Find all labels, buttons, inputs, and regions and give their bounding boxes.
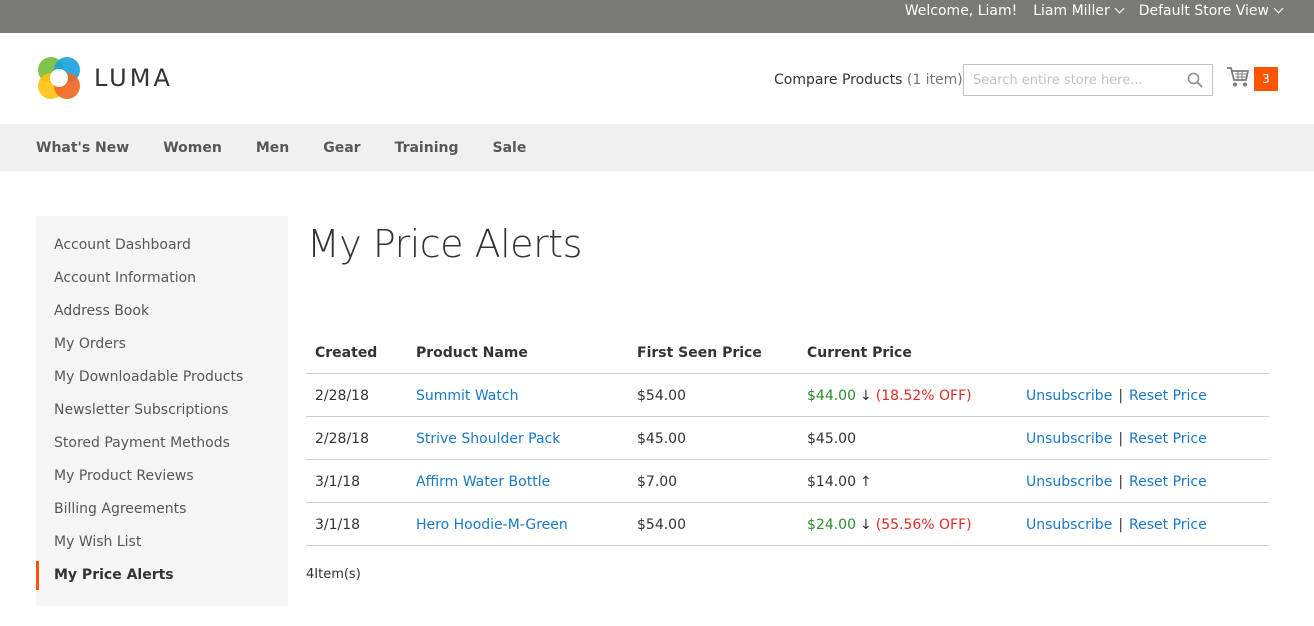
column-header-first-seen-price: First Seen Price	[637, 344, 762, 361]
column-header-current-price: Current Price	[807, 344, 912, 361]
account-sidebar: Account Dashboard Account Information Ad…	[36, 216, 288, 606]
luma-logo-icon	[36, 55, 82, 101]
unsubscribe-link[interactable]: Unsubscribe	[1026, 431, 1112, 447]
compare-products-link[interactable]: Compare Products (1 item)	[774, 72, 963, 88]
column-header-product-name: Product Name	[416, 344, 528, 361]
action-separator: |	[1118, 516, 1124, 533]
first-seen-price: $54.00	[637, 387, 686, 404]
main-navigation: What's New Women Men Gear Training Sale	[0, 124, 1314, 171]
sidebar-item-price-alerts: My Price Alerts	[36, 559, 288, 592]
top-bar: Welcome, Liam! Liam Miller Default Store…	[0, 0, 1314, 33]
current-price: $24.00 ↓ (55.56% OFF)	[807, 503, 972, 546]
unsubscribe-link[interactable]: Unsubscribe	[1026, 474, 1112, 490]
action-separator: |	[1118, 473, 1124, 490]
unsubscribe-link[interactable]: Unsubscribe	[1026, 388, 1112, 404]
current-price: $45.00	[807, 417, 856, 460]
welcome-message: Welcome, Liam!	[904, 3, 1018, 19]
column-header-created: Created	[315, 344, 378, 361]
sidebar-item-account-information[interactable]: Account Information	[36, 262, 288, 295]
current-price-value: $24.00	[807, 516, 856, 533]
created-date: 3/1/18	[315, 516, 361, 533]
row-actions: Unsubscribe | Reset Price	[1026, 503, 1207, 546]
page-title: My Price Alerts	[307, 222, 582, 266]
arrow-down-icon: ↓	[860, 516, 872, 533]
row-actions: Unsubscribe | Reset Price	[1026, 374, 1207, 417]
first-seen-price: $45.00	[637, 430, 686, 447]
nav-gear[interactable]: Gear	[323, 140, 360, 156]
created-date: 3/1/18	[315, 473, 361, 490]
compare-label: Compare Products	[774, 72, 903, 88]
chevron-down-icon	[1114, 3, 1125, 14]
item-count: 4Item(s)	[306, 567, 361, 582]
cart-count-badge: 3	[1254, 67, 1278, 91]
arrow-down-icon: ↓	[860, 387, 872, 404]
sidebar-item-downloadable-products[interactable]: My Downloadable Products	[36, 361, 288, 394]
product-name-link[interactable]: Affirm Water Bottle	[416, 460, 550, 503]
row-actions: Unsubscribe | Reset Price	[1026, 417, 1207, 460]
reset-price-link[interactable]: Reset Price	[1129, 388, 1207, 404]
current-price: $14.00 ↑	[807, 460, 876, 503]
sidebar-item-newsletter-subscriptions[interactable]: Newsletter Subscriptions	[36, 394, 288, 427]
reset-price-link[interactable]: Reset Price	[1129, 431, 1207, 447]
store-switcher[interactable]: Default Store View	[1138, 3, 1284, 19]
header: LUMA Compare Products (1 item) 3	[0, 33, 1314, 124]
product-name-link[interactable]: Strive Shoulder Pack	[416, 417, 560, 460]
row-actions: Unsubscribe | Reset Price	[1026, 460, 1207, 503]
sidebar-item-account-dashboard[interactable]: Account Dashboard	[36, 229, 288, 262]
search-input[interactable]	[964, 65, 1174, 95]
top-links: Welcome, Liam! Liam Miller Default Store…	[904, 0, 1284, 22]
sidebar-item-product-reviews[interactable]: My Product Reviews	[36, 460, 288, 493]
sidebar-item-my-orders[interactable]: My Orders	[36, 328, 288, 361]
nav-training[interactable]: Training	[395, 140, 459, 156]
nav-whats-new[interactable]: What's New	[36, 140, 129, 156]
account-menu[interactable]: Liam Miller	[1033, 3, 1125, 19]
discount-label: (18.52% OFF)	[875, 387, 972, 404]
chevron-down-icon	[1273, 3, 1284, 14]
action-separator: |	[1118, 430, 1124, 447]
table-row: 3/1/18 Affirm Water Bottle $7.00 $14.00 …	[306, 460, 1269, 503]
product-name-link[interactable]: Summit Watch	[416, 374, 518, 417]
created-date: 2/28/18	[315, 387, 369, 404]
table-header: Created Product Name First Seen Price Cu…	[306, 331, 1269, 374]
unsubscribe-link[interactable]: Unsubscribe	[1026, 517, 1112, 533]
table-row: 2/28/18 Summit Watch $54.00 $44.00 ↓ (18…	[306, 374, 1269, 417]
sidebar-item-wish-list[interactable]: My Wish List	[36, 526, 288, 559]
arrow-up-icon: ↑	[860, 473, 872, 490]
nav-men[interactable]: Men	[256, 140, 289, 156]
sidebar-item-stored-payment-methods[interactable]: Stored Payment Methods	[36, 427, 288, 460]
minicart-button[interactable]: 3	[1226, 66, 1278, 92]
created-date: 2/28/18	[315, 430, 369, 447]
current-price: $44.00 ↓ (18.52% OFF)	[807, 374, 972, 417]
compare-count: (1 item)	[906, 72, 963, 88]
logo-text: LUMA	[94, 64, 173, 92]
sidebar-item-address-book[interactable]: Address Book	[36, 295, 288, 328]
store-name: Default Store View	[1138, 3, 1269, 19]
first-seen-price: $7.00	[637, 473, 678, 490]
sidebar-item-billing-agreements[interactable]: Billing Agreements	[36, 493, 288, 526]
product-name-link[interactable]: Hero Hoodie-M-Green	[416, 503, 568, 546]
search-icon[interactable]	[1187, 72, 1203, 88]
reset-price-link[interactable]: Reset Price	[1129, 517, 1207, 533]
first-seen-price: $54.00	[637, 516, 686, 533]
cart-icon	[1226, 66, 1250, 92]
table-row: 2/28/18 Strive Shoulder Pack $45.00 $45.…	[306, 417, 1269, 460]
price-alerts-table: Created Product Name First Seen Price Cu…	[306, 331, 1269, 546]
current-price-value: $14.00	[807, 473, 856, 490]
nav-women[interactable]: Women	[163, 140, 222, 156]
discount-label: (55.56% OFF)	[875, 516, 972, 533]
search-box	[963, 64, 1213, 96]
table-row: 3/1/18 Hero Hoodie-M-Green $54.00 $24.00…	[306, 503, 1269, 546]
current-price-value: $45.00	[807, 430, 856, 447]
action-separator: |	[1118, 387, 1124, 404]
account-name: Liam Miller	[1033, 3, 1110, 19]
reset-price-link[interactable]: Reset Price	[1129, 474, 1207, 490]
current-price-value: $44.00	[807, 387, 856, 404]
nav-sale[interactable]: Sale	[492, 140, 526, 156]
logo-link[interactable]: LUMA	[36, 55, 173, 101]
